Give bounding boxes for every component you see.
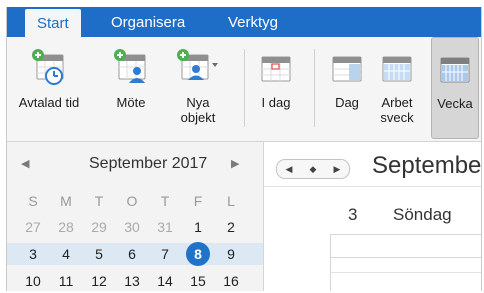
week-row: 3456789: [7, 242, 263, 266]
date-cell[interactable]: 11: [51, 270, 81, 291]
date-cell[interactable]: 31: [150, 216, 180, 238]
date-cell[interactable]: 28: [51, 216, 81, 238]
workweek-view-button[interactable]: Arbet sveck: [375, 37, 419, 137]
mini-calendar-pane: ◀ September 2017 ▶ S M T O T F L 27 28 29 30 31 1 2 3 4…: [7, 142, 264, 291]
dropdown-arrow: [212, 63, 218, 67]
date-cell[interactable]: 10: [18, 270, 48, 291]
workweek-view-icon: [379, 49, 415, 87]
meeting-people-icon: [113, 49, 149, 87]
mini-calendar-header: ◀ September 2017 ▶: [7, 155, 263, 175]
date-cell[interactable]: 3: [18, 243, 48, 265]
week-view-icon: [437, 50, 473, 88]
nav-next-icon[interactable]: ▶: [334, 164, 341, 175]
workweek-view-label: Arbet sveck: [380, 95, 413, 125]
date-cell[interactable]: 12: [84, 270, 114, 291]
calendar-view-pane: ◀ ◆ ▶ September 3 Söndag: [264, 142, 481, 291]
date-cell[interactable]: 14: [150, 270, 180, 291]
day-view-label: Dag: [335, 95, 359, 110]
next-month-icon[interactable]: ▶: [231, 157, 239, 170]
date-cell[interactable]: 7: [150, 243, 180, 265]
tab-start[interactable]: Start: [25, 9, 81, 37]
new-items-button[interactable]: Nya objekt: [167, 37, 229, 137]
date-cell[interactable]: 5: [84, 243, 114, 265]
new-items-label: Nya objekt: [181, 95, 216, 125]
date-cell[interactable]: 4: [51, 243, 81, 265]
new-appointment-label: Avtalad tid: [18, 95, 80, 110]
tab-organisera[interactable]: Organisera: [111, 7, 185, 37]
new-meeting-button[interactable]: Möte: [99, 37, 163, 137]
time-grid-line: [330, 272, 481, 273]
week-row: 27 28 29 30 31 1 2: [7, 216, 263, 238]
date-cell[interactable]: 15: [183, 270, 213, 291]
weekday-header: S: [28, 193, 38, 209]
workweek-label-line1: Arbet: [381, 95, 413, 110]
week-view-label: Vecka: [437, 96, 473, 111]
today-calendar-icon: [258, 49, 294, 87]
new-meeting-label: Möte: [116, 95, 146, 110]
date-cell[interactable]: 6: [117, 243, 147, 265]
previous-month-icon[interactable]: ◀: [21, 157, 29, 170]
outlook-window: Start Organisera Verktyg Avtalad tid Möt…: [6, 7, 482, 291]
new-appointment-button[interactable]: Avtalad tid: [11, 37, 87, 137]
today-label: I dag: [261, 95, 291, 110]
ribbon-toolbar: Avtalad tid Möte Nya objekt I dag Dag Ar…: [7, 37, 481, 142]
time-grid-line: [330, 256, 331, 291]
day-column-date[interactable]: 3: [348, 205, 357, 225]
nav-previous-icon[interactable]: ◀: [286, 164, 293, 175]
date-cell[interactable]: 30: [117, 216, 147, 238]
mini-calendar-month-title[interactable]: September 2017: [89, 155, 207, 173]
week-row: 10 11 12 13 14 15 16: [7, 270, 263, 291]
toolbar-separator: [314, 49, 315, 127]
date-cell[interactable]: 16: [216, 270, 246, 291]
toolbar-separator: [244, 49, 245, 127]
date-cell[interactable]: 1: [183, 216, 213, 238]
weekday-header: L: [227, 193, 235, 209]
new-items-label-line2: objekt: [180, 110, 216, 125]
date-cell[interactable]: 27: [18, 216, 48, 238]
date-navigation-buttons: ◀ ◆ ▶: [276, 159, 350, 179]
weekday-header: F: [193, 193, 203, 209]
new-items-label-line1: Nya: [186, 95, 210, 110]
all-day-event-area[interactable]: [330, 234, 481, 258]
calendar-view-title: September: [372, 152, 482, 179]
appointment-calendar-icon: [31, 49, 67, 87]
workweek-label-line2: sveck: [380, 110, 414, 125]
today-date-cell[interactable]: 8: [183, 242, 213, 266]
weekday-header: O: [126, 193, 138, 209]
week-view-button[interactable]: Vecka: [431, 37, 479, 139]
today-button[interactable]: I dag: [251, 37, 301, 137]
day-column-weekday[interactable]: Söndag: [393, 205, 452, 225]
weekday-header: M: [60, 193, 72, 209]
new-items-icon: [176, 49, 220, 87]
date-cell[interactable]: 9: [216, 243, 246, 265]
ribbon-tab-bar: Start Organisera Verktyg: [7, 7, 481, 37]
weekday-header: T: [94, 193, 104, 209]
date-cell[interactable]: 2: [216, 216, 246, 238]
today-marker: 8: [186, 242, 210, 266]
nav-today-icon[interactable]: ◆: [310, 164, 317, 175]
date-cell[interactable]: 13: [117, 270, 147, 291]
day-view-button[interactable]: Dag: [325, 37, 369, 137]
tab-verktyg[interactable]: Verktyg: [228, 7, 278, 37]
day-view-icon: [329, 49, 365, 87]
date-cell[interactable]: 29: [84, 216, 114, 238]
header-divider: [264, 186, 481, 187]
weekday-header: T: [160, 193, 170, 209]
weekday-header-row: SMTOTFL: [7, 190, 263, 212]
